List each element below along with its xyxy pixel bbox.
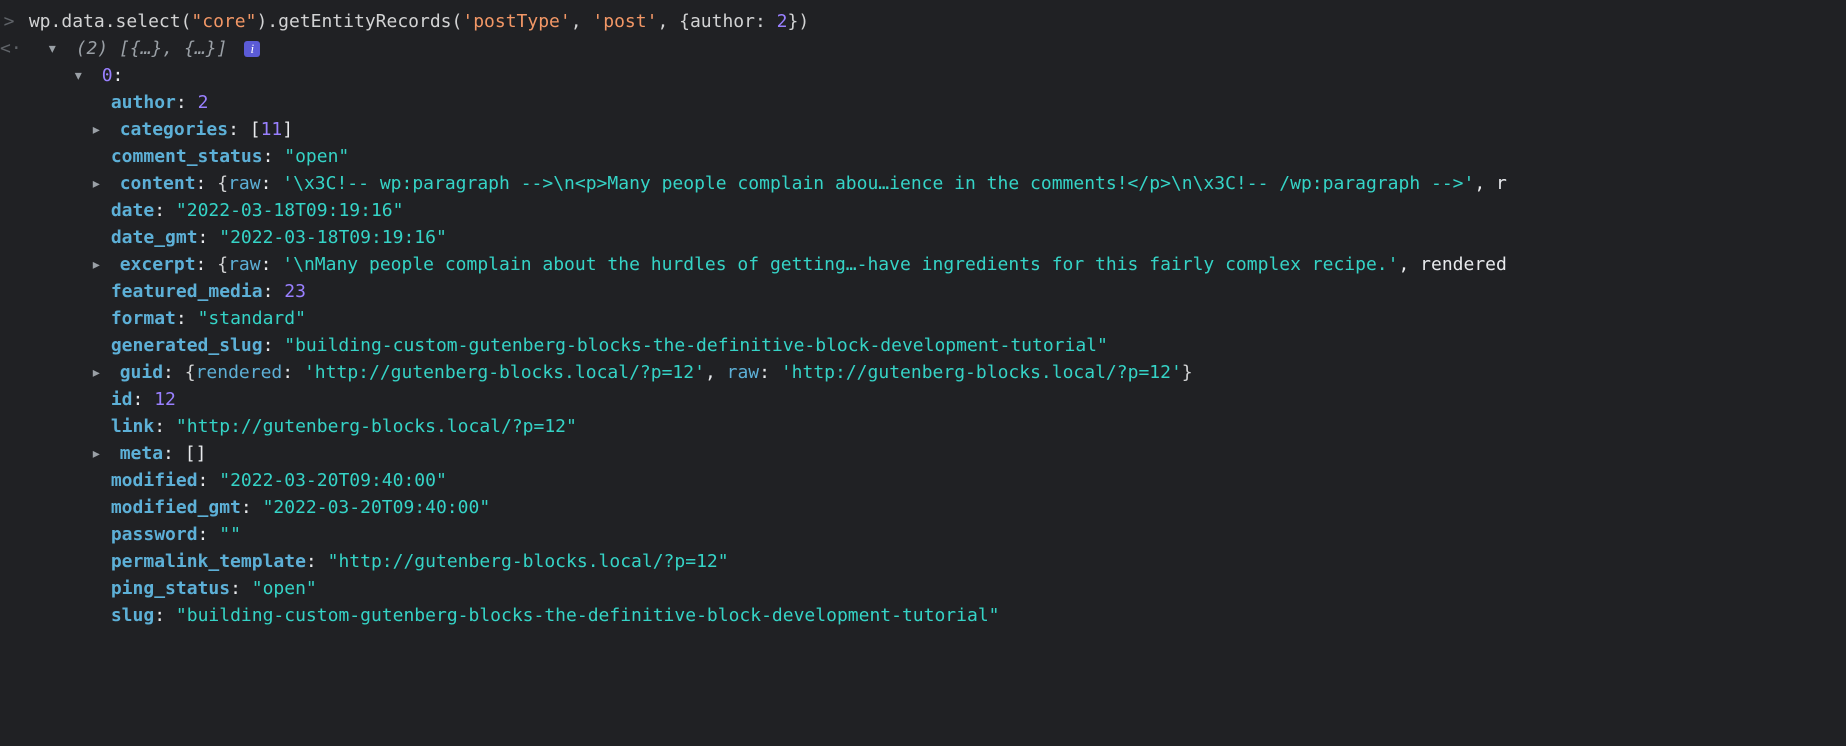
prop-slug: slug: "building-custom-gutenberg-blocks-… <box>0 602 1846 629</box>
prop-modified-gmt: modified_gmt: "2022-03-20T09:40:00" <box>0 494 1846 521</box>
output-prompt: <· <box>0 38 22 59</box>
prop-generated-slug: generated_slug: "building-custom-gutenbe… <box>0 332 1846 359</box>
console-input-row[interactable]: > wp.data.select("core").getEntityRecord… <box>0 8 1846 35</box>
prop-content: content: {raw: '\x3C!-- wp:paragraph -->… <box>0 170 1846 197</box>
prop-date-gmt: date_gmt: "2022-03-18T09:19:16" <box>0 224 1846 251</box>
item-index-0: 0 <box>102 65 113 86</box>
array-item-0: 0: <box>0 62 1846 89</box>
array-length: (2) <box>76 38 109 59</box>
prop-guid: guid: {rendered: 'http://gutenberg-block… <box>0 359 1846 386</box>
expand-content-toggle[interactable] <box>91 170 109 197</box>
prop-ping-status: ping_status: "open" <box>0 575 1846 602</box>
expand-meta-toggle[interactable] <box>91 440 109 467</box>
info-icon[interactable]: i <box>244 41 260 57</box>
input-prompt: > <box>0 8 18 35</box>
expand-guid-toggle[interactable] <box>91 359 109 386</box>
prop-categories: categories: [11] <box>0 116 1846 143</box>
prop-modified: modified: "2022-03-20T09:40:00" <box>0 467 1846 494</box>
console-output-summary: <· (2) [{…}, {…}] i <box>0 35 1846 62</box>
prop-comment-status: comment_status: "open" <box>0 143 1846 170</box>
prop-excerpt: excerpt: {raw: '\nMany people complain a… <box>0 251 1846 278</box>
prop-meta: meta: [] <box>0 440 1846 467</box>
prop-permalink-template: permalink_template: "http://gutenberg-bl… <box>0 548 1846 575</box>
prop-featured-media: featured_media: 23 <box>0 278 1846 305</box>
prop-author: author: 2 <box>0 89 1846 116</box>
array-preview: [{…}, {…}] <box>119 38 227 59</box>
prop-date: date: "2022-03-18T09:19:16" <box>0 197 1846 224</box>
prop-password: password: "" <box>0 521 1846 548</box>
expand-item-0-toggle[interactable] <box>73 62 91 89</box>
prop-id: id: 12 <box>0 386 1846 413</box>
expand-excerpt-toggle[interactable] <box>91 251 109 278</box>
cmd-wp: wp <box>29 11 51 32</box>
expand-array-toggle[interactable] <box>47 35 65 62</box>
prop-format: format: "standard" <box>0 305 1846 332</box>
expand-categories-toggle[interactable] <box>91 116 109 143</box>
prop-link: link: "http://gutenberg-blocks.local/?p=… <box>0 413 1846 440</box>
